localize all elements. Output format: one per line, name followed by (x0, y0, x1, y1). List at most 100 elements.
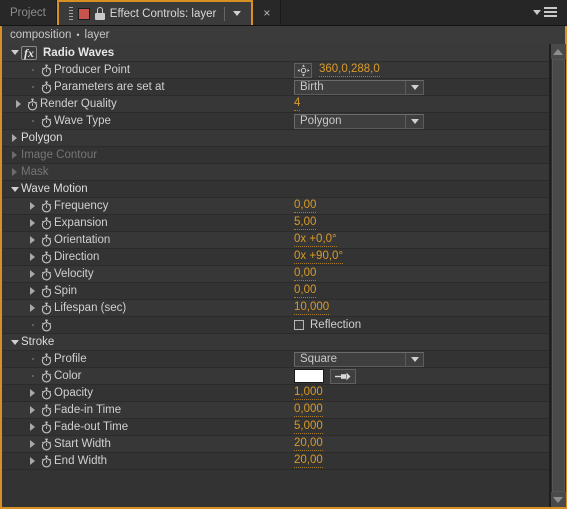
property-row-wave-motion[interactable]: Wave Motion (2, 181, 549, 198)
property-row-image-contour[interactable]: Image Contour (2, 147, 549, 164)
color-swatch[interactable] (294, 369, 324, 383)
stopwatch-icon[interactable] (39, 285, 54, 298)
value-scrubber-direction[interactable]: 0x +90,0° (294, 250, 344, 264)
eyedropper-icon[interactable] (330, 368, 356, 384)
crosshair-icon[interactable] (294, 62, 312, 78)
value-scrubber-end-width[interactable]: 20,00 (294, 454, 323, 468)
property-row-fade-out-time[interactable]: Fade-out Time 5,000 (2, 419, 549, 436)
property-row-color[interactable]: Color (2, 368, 549, 385)
stopwatch-icon[interactable] (39, 404, 54, 417)
stopwatch-icon[interactable] (39, 200, 54, 213)
property-row-mask[interactable]: Mask (2, 164, 549, 181)
drag-grip-icon[interactable] (68, 7, 73, 20)
twirl-closed-icon[interactable] (26, 440, 39, 448)
property-row-reflection[interactable]: Reflection (2, 317, 549, 334)
property-row-frequency[interactable]: Frequency 0,00 (2, 198, 549, 215)
twirl-closed-icon[interactable] (26, 423, 39, 431)
twirl-closed-icon[interactable] (26, 304, 39, 312)
property-row-producer-point[interactable]: Producer Point 360,0,288,0 (2, 62, 549, 79)
twirl-open-icon[interactable] (8, 339, 21, 345)
property-row-stroke[interactable]: Stroke (2, 334, 549, 351)
stopwatch-icon[interactable] (39, 302, 54, 315)
property-row-parameters-are-set-at[interactable]: Parameters are set at Birth (2, 79, 549, 96)
effect-header-row[interactable]: fx Radio Waves Reset About... (2, 44, 549, 62)
stopwatch-icon[interactable] (39, 319, 54, 332)
twirl-closed-icon[interactable] (8, 151, 21, 159)
value-scrubber-opacity[interactable]: 1,000 (294, 386, 323, 400)
value-scrubber-fade-out-time[interactable]: 5,000 (294, 420, 323, 434)
scroll-up-button[interactable] (550, 44, 566, 59)
stopwatch-icon[interactable] (39, 353, 54, 366)
stopwatch-icon[interactable] (39, 217, 54, 230)
property-row-spin[interactable]: Spin 0,00 (2, 283, 549, 300)
breadcrumb-layer[interactable]: layer (85, 29, 110, 41)
twirl-closed-icon[interactable] (26, 457, 39, 465)
stopwatch-icon[interactable] (39, 455, 54, 468)
lock-icon[interactable] (94, 7, 105, 20)
twirl-closed-icon[interactable] (26, 202, 39, 210)
breadcrumb-composition[interactable]: composition (10, 29, 71, 41)
value-scrubber-fade-in-time[interactable]: 0,000 (294, 403, 323, 417)
stopwatch-icon[interactable] (25, 98, 40, 111)
twirl-closed-icon[interactable] (26, 253, 39, 261)
dropdown-wave-type[interactable]: Polygon (294, 113, 424, 129)
tab-project[interactable]: Project (0, 0, 57, 25)
value-scrubber-lifespan-sec[interactable]: 10,000 (294, 301, 330, 315)
property-name: Mask (21, 166, 49, 178)
stopwatch-icon[interactable] (39, 234, 54, 247)
twirl-closed-icon[interactable] (26, 270, 39, 278)
scrollbar-thumb[interactable] (551, 59, 565, 492)
twirl-open-icon[interactable] (8, 186, 21, 192)
property-row-wave-type[interactable]: Wave Type Polygon (2, 113, 549, 130)
stopwatch-icon[interactable] (39, 115, 54, 128)
twirl-closed-icon[interactable] (26, 219, 39, 227)
panel-menu-button[interactable] (525, 0, 567, 25)
stopwatch-icon[interactable] (39, 438, 54, 451)
value-scrubber-orientation[interactable]: 0x +0,0° (294, 233, 337, 247)
stopwatch-icon[interactable] (39, 370, 54, 383)
property-row-render-quality[interactable]: Render Quality 4 (2, 96, 549, 113)
value-scrubber-producer-point[interactable]: 360,0,288,0 (319, 63, 380, 77)
scrollbar-track[interactable] (550, 59, 566, 492)
dropdown-parameters-are-set-at[interactable]: Birth (294, 79, 424, 95)
vertical-scrollbar[interactable] (550, 44, 566, 507)
property-row-direction[interactable]: Direction 0x +90,0° (2, 249, 549, 266)
close-icon[interactable]: × (257, 7, 276, 19)
stopwatch-icon[interactable] (39, 64, 54, 77)
property-row-profile[interactable]: Profile Square (2, 351, 549, 368)
twirl-closed-icon[interactable] (26, 406, 39, 414)
scroll-down-button[interactable] (550, 492, 566, 507)
stopwatch-icon[interactable] (39, 268, 54, 281)
twirl-closed-icon[interactable] (8, 168, 21, 176)
twirl-closed-icon[interactable] (12, 100, 25, 108)
property-row-orientation[interactable]: Orientation 0x +0,0° (2, 232, 549, 249)
twirl-closed-icon[interactable] (26, 389, 39, 397)
property-row-expansion[interactable]: Expansion 5,00 (2, 215, 549, 232)
value-scrubber-spin[interactable]: 0,00 (294, 284, 317, 298)
stopwatch-icon[interactable] (39, 81, 54, 94)
stopwatch-icon[interactable] (39, 387, 54, 400)
property-row-lifespan-sec[interactable]: Lifespan (sec) 10,000 (2, 300, 549, 317)
effect-twirl-icon[interactable] (8, 50, 21, 55)
tab-effect-controls[interactable]: Effect Controls: layer (56, 0, 254, 25)
tab-close-area[interactable]: × (253, 0, 282, 25)
twirl-closed-icon[interactable] (26, 236, 39, 244)
value-scrubber-frequency[interactable]: 0,00 (294, 199, 317, 213)
value-scrubber-start-width[interactable]: 20,00 (294, 437, 323, 451)
dropdown-profile[interactable]: Square (294, 351, 424, 367)
property-row-end-width[interactable]: End Width 20,00 (2, 453, 549, 470)
property-row-velocity[interactable]: Velocity 0,00 (2, 266, 549, 283)
stopwatch-icon[interactable] (39, 251, 54, 264)
property-row-polygon[interactable]: Polygon (2, 130, 549, 147)
property-row-start-width[interactable]: Start Width 20,00 (2, 436, 549, 453)
value-scrubber-render-quality[interactable]: 4 (294, 97, 301, 111)
value-scrubber-expansion[interactable]: 5,00 (294, 216, 317, 230)
stopwatch-icon[interactable] (39, 421, 54, 434)
value-scrubber-velocity[interactable]: 0,00 (294, 267, 317, 281)
chevron-down-icon[interactable] (233, 11, 242, 16)
checkbox-reflection[interactable] (294, 320, 304, 330)
twirl-closed-icon[interactable] (8, 134, 21, 142)
twirl-closed-icon[interactable] (26, 287, 39, 295)
property-row-opacity[interactable]: Opacity 1,000 (2, 385, 549, 402)
property-row-fade-in-time[interactable]: Fade-in Time 0,000 (2, 402, 549, 419)
